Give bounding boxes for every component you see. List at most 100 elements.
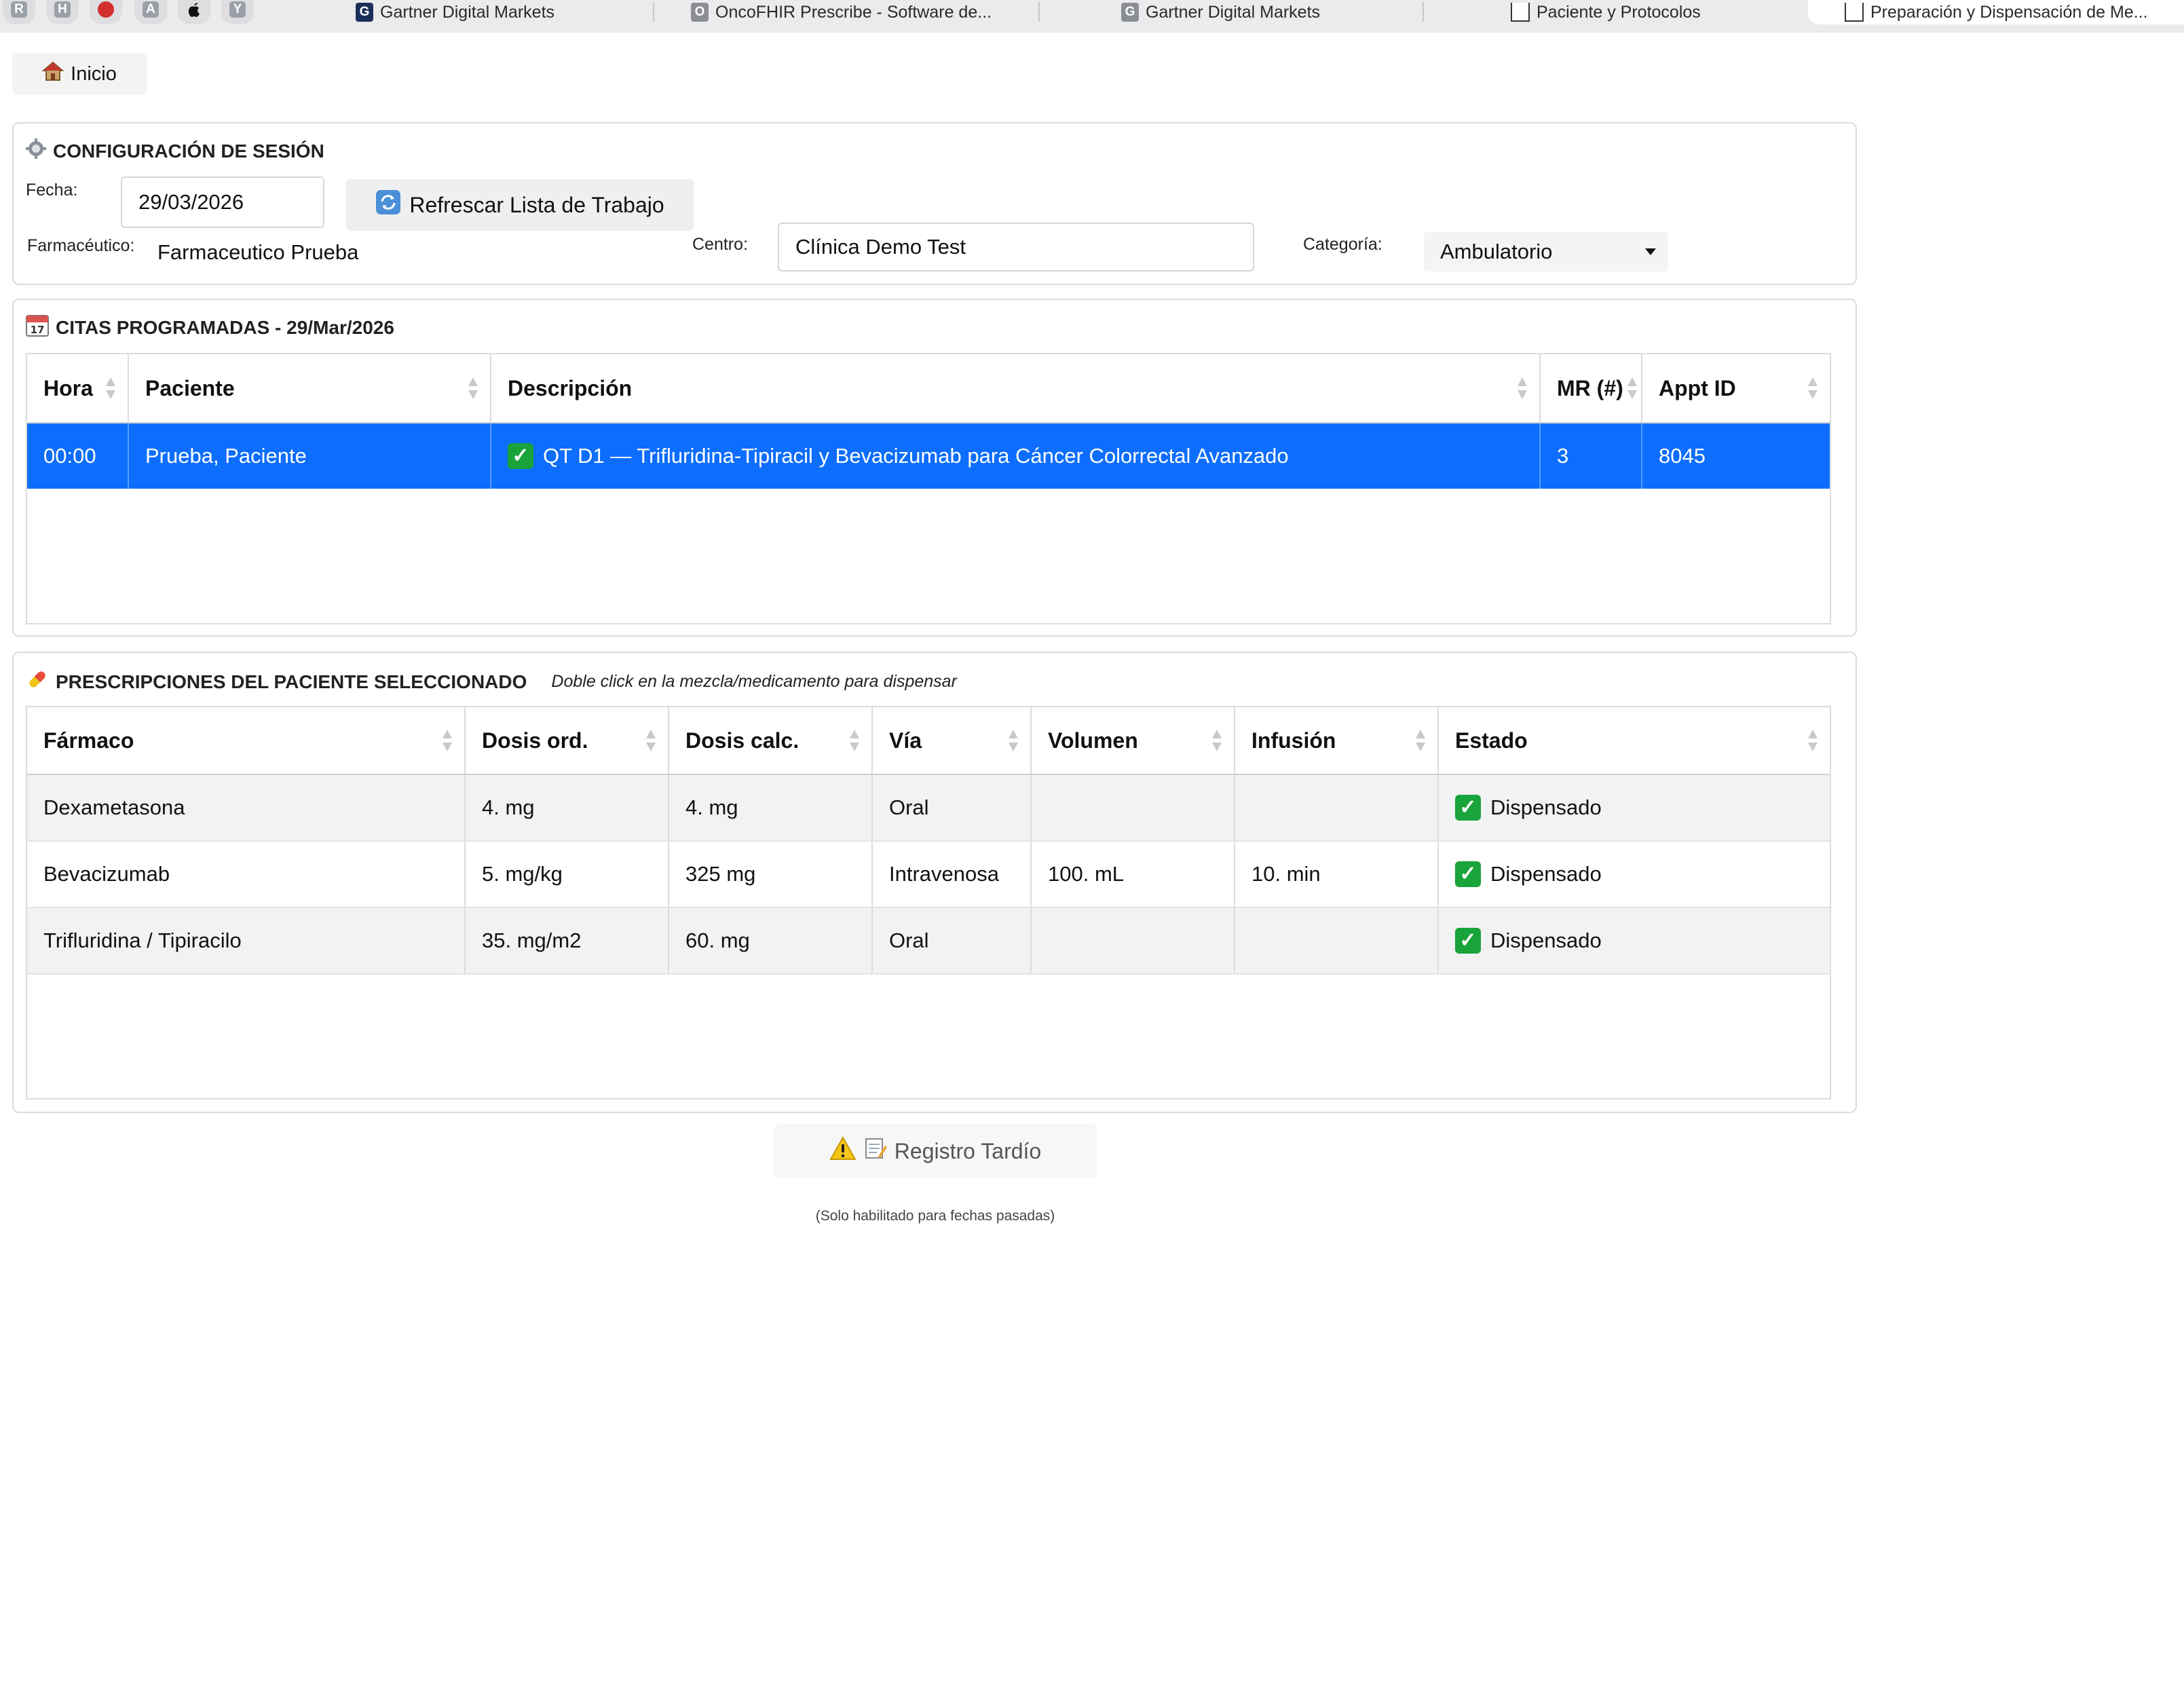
prescriptions-table: Fármaco Dosis ord. Dosis calc. Vía Volum… [26, 706, 1831, 1100]
tab-separator [1038, 1, 1040, 22]
cell-mr: 3 [1541, 424, 1642, 489]
pinned-tab[interactable] [178, 0, 210, 24]
pinned-tab-icon: H [54, 1, 71, 18]
table-row[interactable]: Dexametasona 4. mg 4. mg Oral ✓ Dispensad… [27, 775, 1830, 842]
column-header-paciente[interactable]: Paciente [129, 354, 491, 422]
pinned-tab[interactable]: R [3, 0, 35, 24]
cell-estado: ✓ Dispensado [1439, 842, 1830, 907]
sort-icon [1416, 728, 1425, 753]
home-button[interactable]: Inicio [12, 53, 147, 95]
column-header-dosis-calc[interactable]: Dosis calc. [669, 707, 873, 774]
sort-icon [850, 728, 859, 753]
appointments-header-row: Hora Paciente Descripción MR (#) Appt ID [27, 354, 1830, 424]
pinned-tab[interactable] [90, 0, 122, 24]
column-header-mr[interactable]: MR (#) [1541, 354, 1642, 422]
pharmacist-label: Farmacéutico: [27, 236, 135, 255]
cell-infusion [1235, 908, 1439, 973]
refresh-worklist-button[interactable]: Refrescar Lista de Trabajo [346, 179, 694, 231]
prescriptions-panel: PRESCRIPCIONES DEL PACIENTE SELECCIONADO… [12, 652, 1857, 1113]
cell-paciente: Prueba, Paciente [129, 424, 491, 489]
table-row[interactable]: Trifluridina / Tipiracilo 35. mg/m2 60. … [27, 908, 1830, 975]
prescriptions-hint: Doble click en la mezcla/medicamento par… [551, 672, 957, 691]
sort-icon [443, 728, 452, 753]
column-header-via[interactable]: Vía [873, 707, 1032, 774]
appointments-table: Hora Paciente Descripción MR (#) Appt ID… [26, 353, 1831, 624]
pill-icon [26, 668, 49, 696]
late-registration-button[interactable]: Registro Tardío [774, 1124, 1097, 1178]
column-header-estado[interactable]: Estado [1439, 707, 1830, 774]
checkmark-icon: ✓ [1455, 861, 1481, 887]
prescriptions-title: PRESCRIPCIONES DEL PACIENTE SELECCIONADO… [26, 668, 957, 696]
sort-icon [1518, 376, 1527, 400]
table-row[interactable]: 00:00 Prueba, Paciente ✓ QT D1 — Triflur… [27, 424, 1830, 489]
gartner-favicon-icon: G [1121, 3, 1139, 22]
browser-tab-active[interactable]: Preparación y Dispensación de Me... [1808, 0, 2184, 24]
document-favicon-icon [1845, 3, 1864, 22]
cell-descripcion: ✓ QT D1 — Trifluridina-Tipiracil y Bevac… [491, 424, 1541, 489]
cell-dosis-ord: 4. mg [466, 775, 669, 840]
late-registration-label: Registro Tardío [894, 1138, 1042, 1163]
sort-icon [1212, 728, 1222, 753]
center-label: Centro: [692, 235, 748, 254]
cell-via: Oral [873, 775, 1032, 840]
sort-icon [1808, 728, 1818, 753]
pinned-tab-icon: R [11, 1, 27, 18]
column-header-hora[interactable]: Hora [27, 354, 129, 422]
cell-volumen: 100. mL [1032, 842, 1235, 907]
date-label: Fecha: [26, 181, 78, 200]
column-header-infusion[interactable]: Infusión [1235, 707, 1439, 774]
column-header-farmaco[interactable]: Fármaco [27, 707, 466, 774]
cell-estado: ✓ Dispensado [1439, 775, 1830, 840]
tab-separator [1423, 1, 1424, 22]
sort-icon [1808, 376, 1818, 400]
refresh-worklist-label: Refrescar Lista de Trabajo [409, 192, 664, 217]
cell-dosis-ord: 35. mg/m2 [466, 908, 669, 973]
browser-tab[interactable]: O OncoFHIR Prescribe - Software de... [657, 0, 1071, 24]
browser-tab-strip: R H A Y G Gartner Digital Markets O Onco… [0, 0, 2184, 33]
tab-title: OncoFHIR Prescribe - Software de... [715, 2, 992, 22]
cell-hora: 00:00 [27, 424, 129, 489]
column-header-appt-id[interactable]: Appt ID [1642, 354, 1830, 422]
late-registration-note: (Solo habilitado para fechas pasadas) [815, 1208, 1055, 1224]
pinned-tab[interactable]: A [134, 0, 167, 24]
house-icon [41, 61, 64, 87]
caret-down-icon [1645, 248, 1656, 255]
checkmark-icon: ✓ [1455, 795, 1481, 821]
pinned-tab[interactable]: H [46, 0, 79, 24]
checkmark-icon: ✓ [508, 443, 533, 469]
gear-icon [26, 138, 46, 164]
tab-title: Paciente y Protocolos [1537, 2, 1701, 22]
tab-title: Gartner Digital Markets [1146, 2, 1321, 22]
column-header-volumen[interactable]: Volumen [1032, 707, 1235, 774]
appointments-title: 17 CITAS PROGRAMADAS - 29/Mar/2026 [26, 314, 394, 341]
date-field[interactable]: 29/03/2026 [121, 176, 324, 228]
category-label: Categoría: [1303, 235, 1382, 254]
center-field[interactable]: Clínica Demo Test [778, 223, 1254, 271]
cell-infusion [1235, 775, 1439, 840]
pharmacist-value: Farmaceutico Prueba [157, 240, 359, 264]
cell-estado: ✓ Dispensado [1439, 908, 1830, 973]
column-header-descripcion[interactable]: Descripción [491, 354, 1541, 422]
warning-icon [829, 1135, 856, 1166]
calendar-icon: 17 [26, 314, 49, 341]
cell-appt-id: 8045 [1659, 444, 1706, 468]
refresh-icon [375, 189, 401, 221]
svg-text:17: 17 [31, 324, 45, 336]
appointments-panel: 17 CITAS PROGRAMADAS - 29/Mar/2026 Hora … [12, 299, 1857, 637]
sort-icon [468, 376, 478, 400]
pinned-tab[interactable]: Y [221, 0, 254, 24]
cell-volumen [1032, 908, 1235, 973]
table-row[interactable]: Bevacizumab 5. mg/kg 325 mg Intravenosa … [27, 842, 1830, 908]
memo-icon [863, 1136, 888, 1166]
session-config-panel: CONFIGURACIÓN DE SESIÓN Fecha: 29/03/202… [12, 122, 1857, 285]
cell-infusion: 10. min [1235, 842, 1439, 907]
tab-title: Preparación y Dispensación de Me... [1870, 2, 2148, 22]
cell-farmaco: Trifluridina / Tipiracilo [27, 908, 466, 973]
tab-title: Gartner Digital Markets [380, 2, 555, 22]
category-select[interactable]: Ambulatorio [1424, 232, 1668, 271]
cell-via: Intravenosa [873, 842, 1032, 907]
category-select-value: Ambulatorio [1440, 240, 1553, 263]
column-header-dosis-ord[interactable]: Dosis ord. [466, 707, 669, 774]
tab-separator [653, 1, 654, 22]
cell-dosis-ord: 5. mg/kg [466, 842, 669, 907]
